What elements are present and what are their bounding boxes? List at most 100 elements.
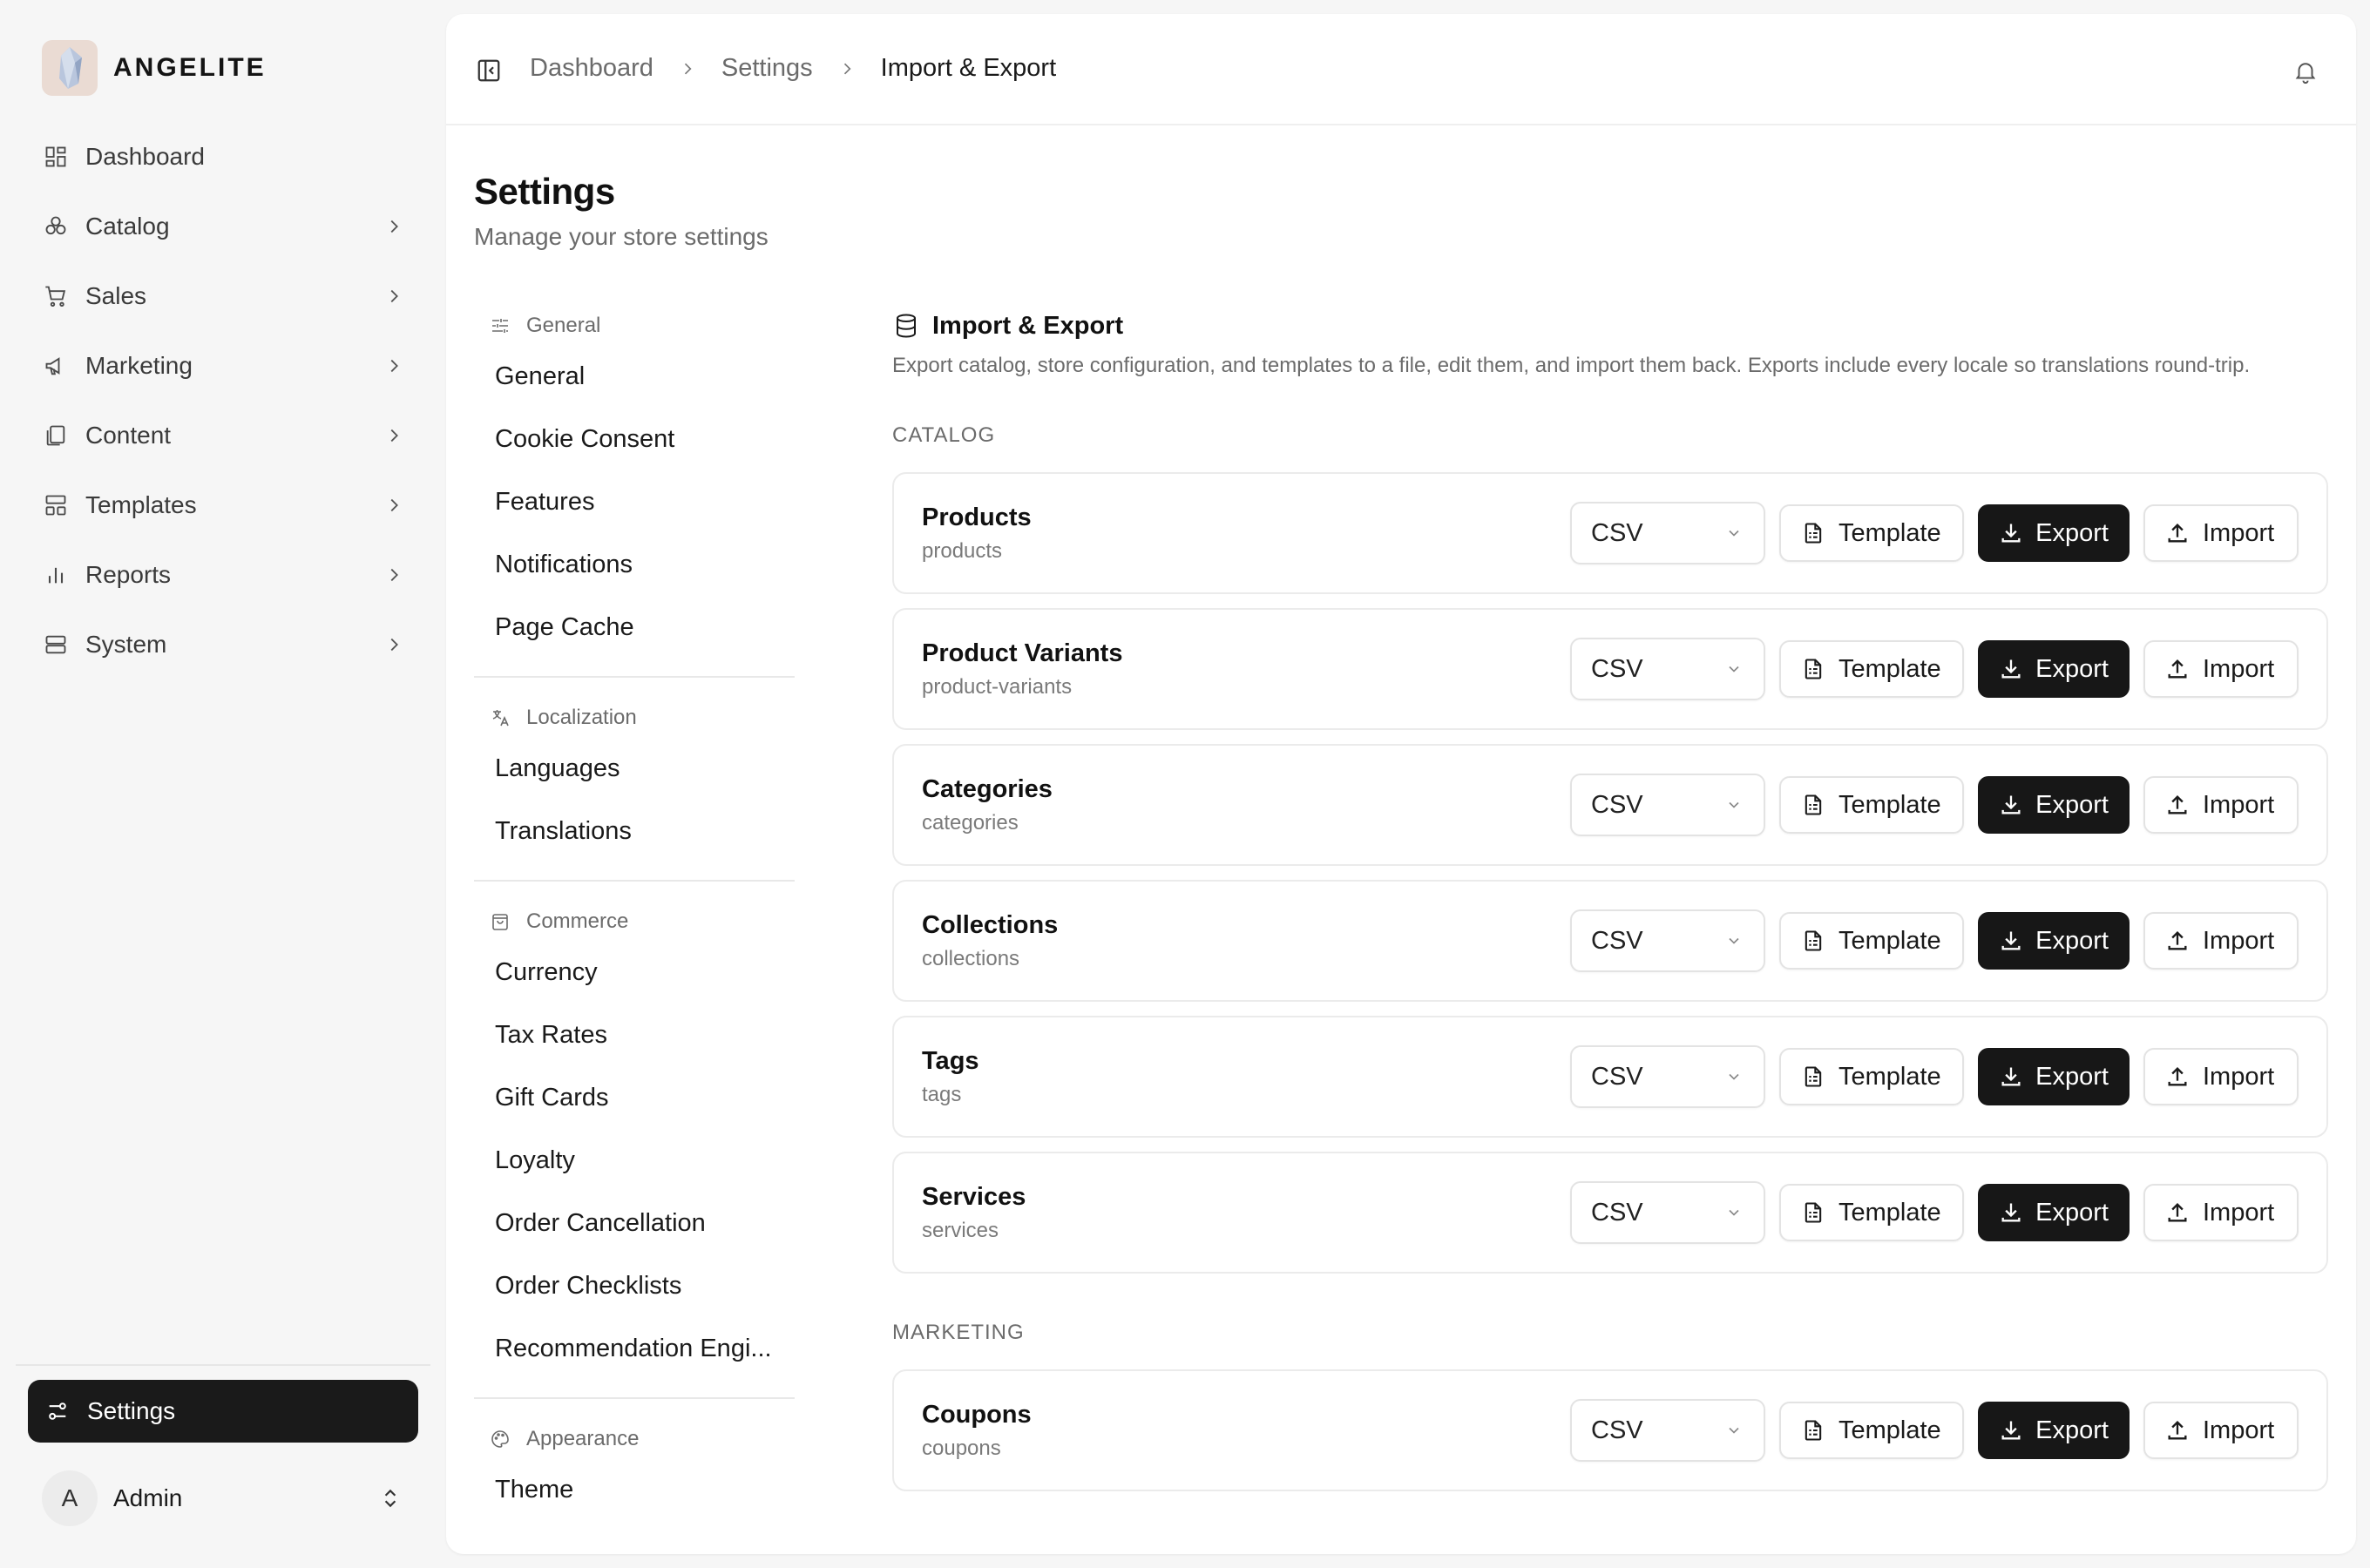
template-button-label: Template	[1838, 654, 1941, 683]
entity-key: products	[922, 538, 1003, 563]
chevron-right-icon	[382, 214, 406, 239]
import-button-label: Import	[2203, 1062, 2275, 1091]
subnav-group-appearance: Appearance	[474, 1420, 795, 1458]
upload-icon	[2164, 1417, 2191, 1443]
chevron-down-icon	[1723, 1066, 1744, 1087]
subnav-item-loyalty[interactable]: Loyalty	[474, 1129, 795, 1192]
page-title: Settings	[474, 171, 615, 212]
entity-key: services	[922, 1218, 999, 1242]
template-button[interactable]: Template	[1779, 1048, 1964, 1105]
sidebar-item-marketing[interactable]: Marketing	[28, 331, 418, 401]
subnav-item-page-cache[interactable]: Page Cache	[474, 596, 795, 659]
subnav-item-languages[interactable]: Languages	[474, 737, 795, 800]
import-export-row-categories: Categories categories CSV Template Expor…	[892, 744, 2328, 866]
import-button[interactable]: Import	[2143, 912, 2299, 970]
sidebar-item-dashboard[interactable]: Dashboard	[28, 122, 418, 192]
export-button[interactable]: Export	[1978, 640, 2130, 698]
user-name: Admin	[113, 1484, 183, 1511]
import-button[interactable]: Import	[2143, 640, 2299, 698]
template-button[interactable]: Template	[1779, 776, 1964, 834]
subnav-item-theme[interactable]: Theme	[474, 1458, 795, 1521]
sidebar-item-settings[interactable]: Settings	[28, 1380, 418, 1443]
subnav-item-notifications[interactable]: Notifications	[474, 533, 795, 596]
subnav-item-recommendation-engine[interactable]: Recommendation Engi...	[474, 1317, 795, 1380]
sidebar-item-label: Templates	[85, 491, 197, 518]
database-icon	[892, 312, 920, 340]
breadcrumb-current: Import & Export	[880, 54, 1057, 82]
template-button[interactable]: Template	[1779, 1402, 1964, 1459]
sidebar-item-system[interactable]: System	[28, 610, 418, 679]
file-spreadsheet-icon	[1800, 1200, 1826, 1226]
chevron-down-icon	[1723, 794, 1744, 815]
export-button[interactable]: Export	[1978, 912, 2130, 970]
template-button[interactable]: Template	[1779, 1184, 1964, 1241]
brand[interactable]: ANGELITE	[42, 40, 267, 96]
upload-icon	[2164, 656, 2191, 682]
reports-icon	[42, 561, 70, 589]
palette-icon	[488, 1427, 512, 1451]
format-select[interactable]: CSV	[1570, 638, 1765, 700]
user-menu[interactable]: A Admin	[42, 1470, 404, 1526]
entity-key: tags	[922, 1082, 962, 1106]
export-button[interactable]: Export	[1978, 1402, 2130, 1459]
subnav-group-label: Appearance	[526, 1427, 640, 1450]
export-button[interactable]: Export	[1978, 1184, 2130, 1241]
template-button[interactable]: Template	[1779, 504, 1964, 562]
sidebar-item-content[interactable]: Content	[28, 401, 418, 470]
chevron-down-icon	[1723, 659, 1744, 679]
bell-icon[interactable]	[2290, 56, 2321, 87]
template-button[interactable]: Template	[1779, 912, 1964, 970]
subnav-item-cookie-consent[interactable]: Cookie Consent	[474, 408, 795, 470]
subnav-item-tax-rates[interactable]: Tax Rates	[474, 1004, 795, 1066]
subnav-item-order-checklists[interactable]: Order Checklists	[474, 1254, 795, 1317]
chevron-down-icon	[1723, 523, 1744, 544]
template-button[interactable]: Template	[1779, 640, 1964, 698]
subnav-item-translations[interactable]: Translations	[474, 800, 795, 862]
import-button-label: Import	[2203, 790, 2275, 819]
import-button[interactable]: Import	[2143, 504, 2299, 562]
entity-key: collections	[922, 946, 1020, 970]
sidebar-item-sales[interactable]: Sales	[28, 261, 418, 331]
import-button[interactable]: Import	[2143, 1402, 2299, 1459]
format-select[interactable]: CSV	[1570, 909, 1765, 972]
sidebar-nav: Dashboard Catalog Sales Marketing Conten…	[28, 122, 418, 679]
breadcrumb: Dashboard Settings Import & Export	[530, 54, 1056, 83]
format-select[interactable]: CSV	[1570, 502, 1765, 564]
subnav-divider	[474, 880, 795, 882]
import-button-label: Import	[2203, 654, 2275, 683]
breadcrumb-settings[interactable]: Settings	[721, 54, 813, 83]
subnav-item-general[interactable]: General	[474, 345, 795, 408]
chevron-right-icon	[836, 57, 858, 80]
chevron-down-icon	[1723, 930, 1744, 951]
format-select[interactable]: CSV	[1570, 1181, 1765, 1244]
translate-icon	[488, 706, 512, 730]
subnav-group-localization: Localization	[474, 699, 795, 737]
export-button[interactable]: Export	[1978, 776, 2130, 834]
breadcrumb-dashboard[interactable]: Dashboard	[530, 54, 653, 83]
sidebar-toggle-icon[interactable]	[474, 56, 504, 85]
format-select[interactable]: CSV	[1570, 774, 1765, 836]
format-select[interactable]: CSV	[1570, 1045, 1765, 1108]
subnav-item-order-cancellation[interactable]: Order Cancellation	[474, 1192, 795, 1254]
subnav-item-features[interactable]: Features	[474, 470, 795, 533]
export-button[interactable]: Export	[1978, 1048, 2130, 1105]
megaphone-icon	[42, 352, 70, 380]
export-button[interactable]: Export	[1978, 504, 2130, 562]
import-button[interactable]: Import	[2143, 776, 2299, 834]
sidebar-item-label: System	[85, 631, 167, 658]
import-button-label: Import	[2203, 926, 2275, 955]
sidebar-item-label: Dashboard	[85, 143, 205, 170]
sidebar-item-label: Reports	[85, 561, 172, 588]
sidebar-item-reports[interactable]: Reports	[28, 540, 418, 610]
catalog-icon	[42, 213, 70, 240]
group-label-catalog: CATALOG	[892, 423, 996, 447]
import-button[interactable]: Import	[2143, 1048, 2299, 1105]
format-select[interactable]: CSV	[1570, 1399, 1765, 1462]
subnav-item-gift-cards[interactable]: Gift Cards	[474, 1066, 795, 1129]
file-spreadsheet-icon	[1800, 520, 1826, 546]
subnav-item-currency[interactable]: Currency	[474, 941, 795, 1004]
sidebar-item-templates[interactable]: Templates	[28, 470, 418, 540]
template-button-label: Template	[1838, 790, 1941, 819]
import-button[interactable]: Import	[2143, 1184, 2299, 1241]
sidebar-item-catalog[interactable]: Catalog	[28, 192, 418, 261]
